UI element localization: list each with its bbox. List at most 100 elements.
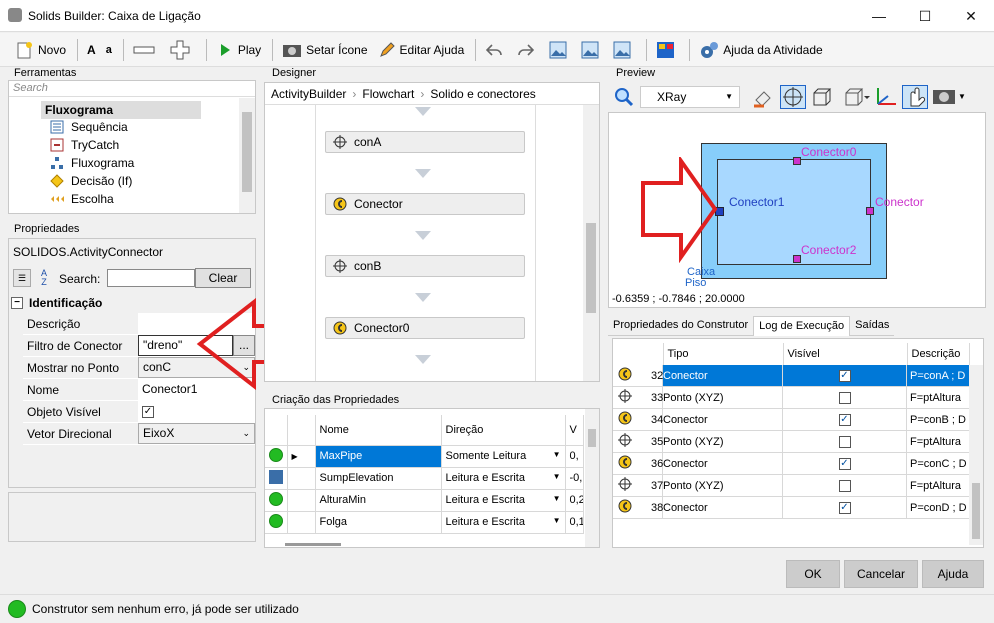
prop-row-vetor[interactable]: Vetor Direcional EixoX ⌄: [23, 423, 255, 445]
cell-visivel[interactable]: [783, 387, 907, 408]
image-button-1[interactable]: [545, 37, 575, 63]
tools-group-fluxograma[interactable]: Fluxograma: [41, 101, 201, 119]
categorized-icon[interactable]: ☰: [13, 269, 31, 287]
view-cube-icon[interactable]: [842, 86, 870, 108]
properties-search-input[interactable]: [107, 269, 195, 287]
render-mode-select[interactable]: XRay ▼: [640, 86, 740, 108]
tool-item-fluxograma[interactable]: Fluxograma: [49, 154, 134, 172]
minus-button[interactable]: [129, 37, 163, 63]
cell-descricao[interactable]: P=conD ; D: [907, 497, 969, 518]
close-icon[interactable]: ✕: [948, 0, 994, 32]
table-row[interactable]: 35 Ponto (XYZ) F=ptAltura: [613, 431, 969, 453]
cell-direcao-select[interactable]: Leitura e Escrita ▼: [441, 489, 566, 512]
cell-nome[interactable]: MaxPipe: [315, 445, 442, 468]
flow-node-conb[interactable]: conB: [325, 255, 525, 277]
tools-search-input[interactable]: Search: [9, 81, 255, 97]
cell-tipo[interactable]: Conector: [663, 365, 783, 386]
cell-nome[interactable]: AlturaMin: [315, 489, 442, 512]
creation-vscrollbar[interactable]: [585, 409, 599, 547]
cell-tipo[interactable]: Ponto (XYZ): [663, 475, 783, 496]
log-scrollbar[interactable]: [969, 365, 983, 545]
cell-direcao-select[interactable]: Leitura e Escrita ▼: [441, 511, 566, 534]
cell-visivel[interactable]: [783, 431, 907, 452]
tab-log-execucao[interactable]: Log de Execução: [753, 316, 851, 336]
collapse-icon[interactable]: −: [11, 297, 23, 309]
column-header-tipo[interactable]: Tipo: [663, 343, 784, 366]
axes-icon[interactable]: [874, 86, 898, 108]
tool-item-decisao[interactable]: Decisão (If): [49, 172, 134, 190]
maximize-icon[interactable]: ☐: [902, 0, 948, 32]
visivel-checkbox[interactable]: ✓: [838, 501, 851, 514]
cell-tipo[interactable]: Conector: [663, 409, 783, 430]
cell-visivel[interactable]: ✓: [783, 453, 907, 474]
tool-item-sequencia[interactable]: Sequência: [49, 118, 134, 136]
flow-node-conector[interactable]: Conector: [325, 193, 525, 215]
table-row[interactable]: 32 Conector ✓ P=conA ; D: [613, 365, 969, 387]
table-row[interactable]: ▶ MaxPipe Somente Leitura ▼ 0,: [265, 445, 584, 468]
cell-descricao[interactable]: F=ptAltura: [907, 387, 969, 408]
tool-item-escolha[interactable]: Escolha: [49, 190, 134, 208]
dashboard-button[interactable]: [652, 37, 682, 63]
play-button[interactable]: Play: [212, 37, 265, 63]
cell-v[interactable]: 0,2: [565, 489, 584, 512]
minimize-icon[interactable]: —: [856, 0, 902, 32]
designer-scrollbar[interactable]: [583, 105, 599, 381]
cell-v[interactable]: 0,1: [565, 511, 584, 534]
cell-tipo[interactable]: Conector: [663, 497, 783, 518]
camera-icon[interactable]: [932, 86, 956, 108]
small-font-button[interactable]: a: [102, 37, 116, 63]
cell-visivel[interactable]: [783, 475, 907, 496]
cell-descricao[interactable]: F=ptAltura: [907, 475, 969, 496]
column-header-v[interactable]: V: [565, 415, 584, 446]
vetor-direcional-select[interactable]: EixoX ⌄: [138, 423, 255, 444]
breadcrumb-item[interactable]: Solido e conectores: [430, 87, 535, 101]
cell-descricao[interactable]: P=conB ; D: [907, 409, 969, 430]
table-row[interactable]: SumpElevation Leitura e Escrita ▼ -0,: [265, 467, 584, 490]
cancel-button[interactable]: Cancelar: [844, 560, 918, 588]
table-row[interactable]: 37 Ponto (XYZ) F=ptAltura: [613, 475, 969, 497]
visivel-checkbox[interactable]: [838, 391, 851, 404]
table-row[interactable]: 36 Conector ✓ P=conC ; D: [613, 453, 969, 475]
overflow-icon[interactable]: ▼: [958, 86, 968, 108]
sort-az-icon[interactable]: AZ: [35, 269, 53, 287]
cell-tipo[interactable]: Ponto (XYZ): [663, 387, 783, 408]
image-button-2[interactable]: [577, 37, 607, 63]
hand-icon[interactable]: [902, 85, 928, 109]
undo-button[interactable]: [481, 37, 511, 63]
prop-row-objeto-visivel[interactable]: Objeto Visível ✓: [23, 401, 255, 423]
cell-visivel[interactable]: ✓: [783, 409, 907, 430]
cell-direcao-select[interactable]: Leitura e Escrita ▼: [441, 467, 566, 490]
cube-icon[interactable]: [810, 86, 836, 108]
visivel-checkbox[interactable]: ✓: [838, 369, 851, 382]
tab-propriedades-construtor[interactable]: Propriedades do Construtor: [608, 316, 754, 336]
plus-button[interactable]: [165, 37, 199, 63]
visivel-checkbox[interactable]: [838, 435, 851, 448]
cell-nome[interactable]: SumpElevation: [315, 467, 442, 490]
table-row[interactable]: 34 Conector ✓ P=conB ; D: [613, 409, 969, 431]
breadcrumb-item[interactable]: Flowchart: [362, 87, 414, 101]
edit-help-button[interactable]: Editar Ajuda: [374, 37, 469, 63]
column-header-nome[interactable]: Nome: [315, 415, 442, 446]
cell-descricao[interactable]: F=ptAltura: [907, 431, 969, 452]
rotate-icon[interactable]: [780, 85, 806, 109]
table-row[interactable]: AlturaMin Leitura e Escrita ▼ 0,2: [265, 489, 584, 512]
visivel-checkbox[interactable]: ✓: [838, 457, 851, 470]
bold-font-button[interactable]: A: [83, 37, 100, 63]
tool-item-trycatch[interactable]: TryCatch: [49, 136, 134, 154]
zoom-icon[interactable]: [614, 87, 634, 107]
flow-node-cona[interactable]: conA: [325, 131, 525, 153]
creation-hscrollbar[interactable]: [285, 543, 341, 546]
cell-descricao[interactable]: P=conA ; D: [907, 365, 969, 386]
column-header-descricao[interactable]: Descrição: [907, 343, 970, 366]
cell-nome[interactable]: Folga: [315, 511, 442, 534]
cell-visivel[interactable]: ✓: [783, 497, 907, 518]
image-button-3[interactable]: [609, 37, 639, 63]
ok-button[interactable]: OK: [786, 560, 840, 588]
visivel-checkbox[interactable]: [838, 479, 851, 492]
help-button[interactable]: Ajuda: [922, 560, 984, 588]
preview-viewport[interactable]: Conector0 Conector1 Conector Conector2 C…: [608, 112, 986, 308]
paint-icon[interactable]: [752, 86, 774, 108]
cell-tipo[interactable]: Conector: [663, 453, 783, 474]
novo-button[interactable]: Novo: [12, 37, 70, 63]
visivel-checkbox[interactable]: ✓: [838, 413, 851, 426]
